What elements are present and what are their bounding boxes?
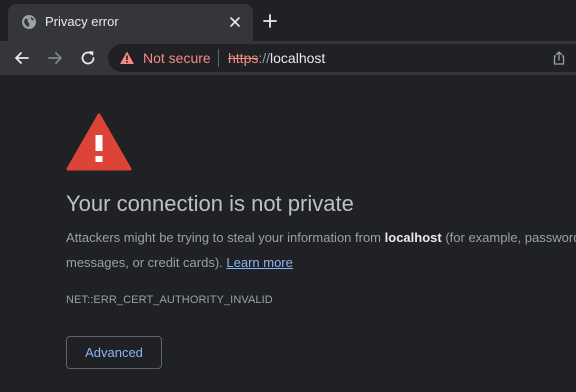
interstitial-page: Your connection is not private Attackers… <box>0 75 576 392</box>
url-text[interactable]: https://localhost <box>228 50 325 66</box>
warning-triangle-icon <box>66 113 132 171</box>
advanced-button[interactable]: Advanced <box>66 336 162 369</box>
error-code[interactable]: NET::ERR_CERT_AUTHORITY_INVALID <box>66 293 273 307</box>
toolbar: Not secure https://localhost <box>0 41 576 75</box>
url-scheme: https <box>228 50 259 66</box>
reload-icon[interactable] <box>78 48 98 68</box>
page-heading: Your connection is not private <box>66 191 354 216</box>
share-icon[interactable] <box>551 50 567 66</box>
tab-privacy-error[interactable]: Privacy error <box>8 4 253 41</box>
not-secure-label[interactable]: Not secure <box>143 50 211 66</box>
new-tab-icon[interactable] <box>261 12 279 30</box>
explanation-text: Attackers might be trying to steal your … <box>66 225 576 275</box>
explanation-part1: Attackers might be trying to steal your … <box>66 230 385 245</box>
address-bar[interactable]: Not secure https://localhost <box>108 44 576 72</box>
tab-title: Privacy error <box>45 14 119 29</box>
tab-strip: Privacy error <box>0 0 576 41</box>
url-separator: :// <box>258 50 271 66</box>
globe-icon <box>22 15 36 29</box>
warning-icon[interactable] <box>119 50 135 66</box>
explanation-host: localhost <box>384 230 442 245</box>
divider <box>218 49 219 67</box>
forward-arrow-icon[interactable] <box>45 48 65 68</box>
url-host: localhost <box>270 50 326 66</box>
back-arrow-icon[interactable] <box>12 48 32 68</box>
close-tab-icon[interactable] <box>226 13 244 31</box>
learn-more-link[interactable]: Learn more <box>226 255 292 270</box>
